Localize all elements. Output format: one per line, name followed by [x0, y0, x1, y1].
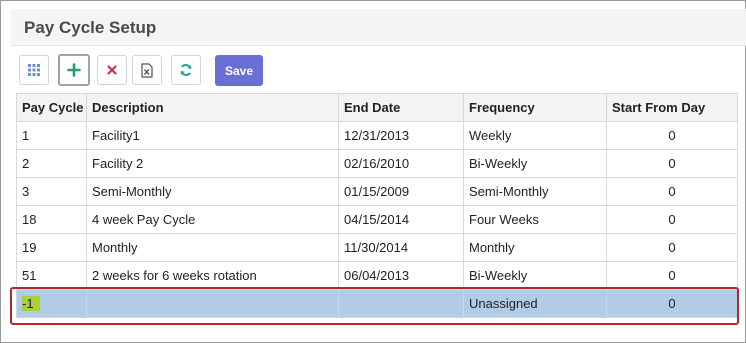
- delete-button[interactable]: [97, 55, 127, 85]
- cell-description[interactable]: 4 week Pay Cycle: [86, 205, 339, 234]
- cell-frequency[interactable]: Monthly: [463, 233, 607, 262]
- cell-pay-cycle[interactable]: 2: [16, 149, 87, 178]
- cell-end-date[interactable]: 01/15/2009: [338, 177, 464, 206]
- cell-frequency[interactable]: Semi-Monthly: [463, 177, 607, 206]
- cell-start-from-day[interactable]: 0: [606, 261, 738, 290]
- cell-end-date[interactable]: 06/04/2013: [338, 261, 464, 290]
- cell-frequency[interactable]: Bi-Weekly: [463, 261, 607, 290]
- table-row-selected[interactable]: -1 Unassigned 0: [16, 289, 738, 318]
- cell-frequency[interactable]: Bi-Weekly: [463, 149, 607, 178]
- cell-pay-cycle[interactable]: -1: [16, 289, 87, 318]
- pay-cycle-table: Pay Cycle Description End Date Frequency…: [16, 93, 738, 318]
- cell-pay-cycle[interactable]: 1: [16, 121, 87, 150]
- cell-pay-cycle[interactable]: 19: [16, 233, 87, 262]
- cell-description[interactable]: Facility1: [86, 121, 339, 150]
- title-bar: Pay Cycle Setup: [11, 9, 746, 46]
- column-header-description[interactable]: Description: [86, 93, 339, 122]
- cell-start-from-day[interactable]: 0: [606, 121, 738, 150]
- table-row[interactable]: 2 Facility 2 02/16/2010 Bi-Weekly 0: [16, 149, 738, 178]
- table-header-row: Pay Cycle Description End Date Frequency…: [16, 93, 738, 122]
- export-excel-button[interactable]: [132, 55, 162, 85]
- cell-description[interactable]: Monthly: [86, 233, 339, 262]
- cell-frequency[interactable]: Unassigned: [463, 289, 607, 318]
- cell-end-date[interactable]: 12/31/2013: [338, 121, 464, 150]
- plus-icon: [67, 63, 81, 77]
- column-header-frequency[interactable]: Frequency: [463, 93, 607, 122]
- cell-pay-cycle[interactable]: 3: [16, 177, 87, 206]
- cell-description[interactable]: [86, 289, 339, 318]
- pay-cycle-window: Pay Cycle Setup Save Pay Cycle Descripti…: [0, 0, 746, 343]
- refresh-button[interactable]: [171, 55, 201, 85]
- cell-start-from-day[interactable]: 0: [606, 233, 738, 262]
- table-row[interactable]: 1 Facility1 12/31/2013 Weekly 0: [16, 121, 738, 150]
- cell-start-from-day[interactable]: 0: [606, 149, 738, 178]
- highlighted-pay-cycle-value: -1: [22, 296, 40, 311]
- cell-description[interactable]: Semi-Monthly: [86, 177, 339, 206]
- cell-end-date[interactable]: 11/30/2014: [338, 233, 464, 262]
- save-button[interactable]: Save: [215, 55, 263, 86]
- cell-end-date[interactable]: 04/15/2014: [338, 205, 464, 234]
- cell-start-from-day[interactable]: 0: [606, 205, 738, 234]
- table-row[interactable]: 51 2 weeks for 6 weeks rotation 06/04/20…: [16, 261, 738, 290]
- columns-button[interactable]: [19, 55, 49, 85]
- cell-pay-cycle[interactable]: 18: [16, 205, 87, 234]
- cell-frequency[interactable]: Weekly: [463, 121, 607, 150]
- close-icon: [107, 65, 117, 75]
- column-header-end-date[interactable]: End Date: [338, 93, 464, 122]
- table-row[interactable]: 19 Monthly 11/30/2014 Monthly 0: [16, 233, 738, 262]
- cell-pay-cycle[interactable]: 51: [16, 261, 87, 290]
- column-header-start-from-day[interactable]: Start From Day: [606, 93, 738, 122]
- cell-start-from-day[interactable]: 0: [606, 289, 738, 318]
- excel-icon: [141, 62, 153, 78]
- cell-end-date[interactable]: 02/16/2010: [338, 149, 464, 178]
- cell-frequency[interactable]: Four Weeks: [463, 205, 607, 234]
- add-button[interactable]: [58, 54, 90, 86]
- cell-end-date[interactable]: [338, 289, 464, 318]
- table-row[interactable]: 18 4 week Pay Cycle 04/15/2014 Four Week…: [16, 205, 738, 234]
- cell-description[interactable]: Facility 2: [86, 149, 339, 178]
- refresh-icon: [180, 64, 192, 76]
- cell-description[interactable]: 2 weeks for 6 weeks rotation: [86, 261, 339, 290]
- page-title: Pay Cycle Setup: [24, 18, 157, 37]
- cell-start-from-day[interactable]: 0: [606, 177, 738, 206]
- table-row[interactable]: 3 Semi-Monthly 01/15/2009 Semi-Monthly 0: [16, 177, 738, 206]
- grid-icon: [28, 64, 40, 76]
- column-header-pay-cycle[interactable]: Pay Cycle: [16, 93, 87, 122]
